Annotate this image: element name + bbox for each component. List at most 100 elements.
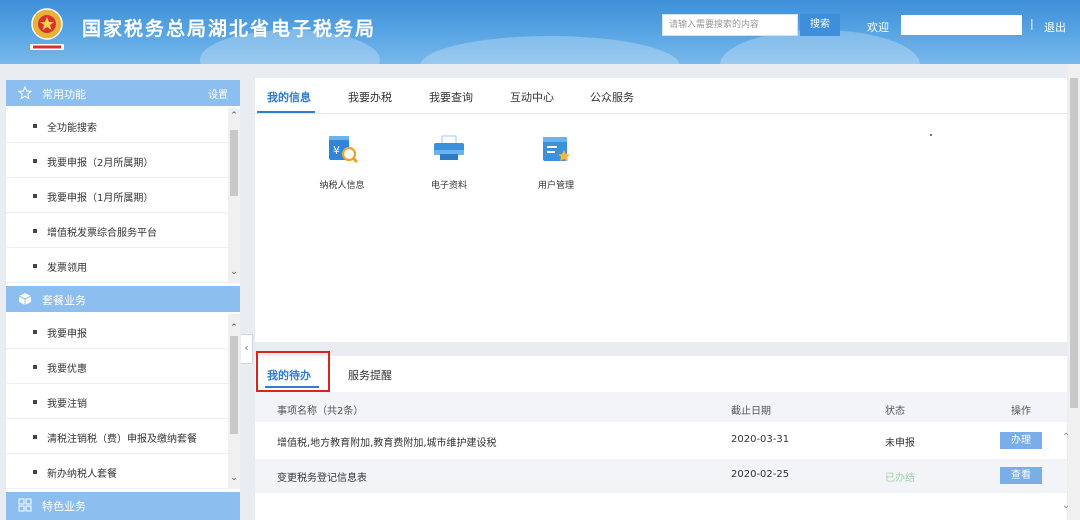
column-header-deadline: 截止日期: [731, 406, 771, 417]
section-title: 特色业务: [42, 500, 86, 513]
settings-link[interactable]: 设置: [208, 86, 228, 101]
sidebar-item-label: 全功能搜索: [47, 123, 97, 134]
sidebar-item-label: 新办纳税人套餐: [47, 469, 117, 480]
site-header: 国家税务总局湖北省电子税务局 请输入需要搜索的内容 搜索 欢迎 | 退出: [0, 0, 1080, 64]
page-scrollbar[interactable]: [1068, 64, 1080, 520]
grid-icon: [18, 498, 32, 512]
header-separator: |: [1030, 17, 1034, 30]
svg-text:¥: ¥: [333, 144, 340, 157]
tab-interaction[interactable]: 互动中心: [510, 89, 554, 105]
chevron-up-icon[interactable]: ⌃: [228, 322, 240, 334]
scrollbar-thumb[interactable]: [1070, 78, 1078, 408]
todo-panel: 我的待办 服务提醒 事项名称（共2条） 截止日期 状态 操作 增值税,地方教育附…: [255, 351, 1067, 520]
bullet-icon: [33, 229, 37, 233]
app-taxpayer-info[interactable]: ¥ 纳税人信息: [307, 134, 377, 191]
scrollbar-thumb[interactable]: [230, 336, 238, 434]
sidebar-scrollbar-2[interactable]: ⌃ ⌄: [228, 314, 240, 489]
app-label: 纳税人信息: [319, 181, 365, 191]
sidebar: 常用功能 设置 全功能搜索 我要申报（2月所属期） 我要申报（1月所属期） 增值…: [6, 80, 240, 520]
column-header-status: 状态: [885, 406, 905, 417]
chevron-up-icon[interactable]: ⌃: [1062, 432, 1070, 443]
main-tabs: 我的信息 我要办税 我要查询 互动中心 公众服务: [255, 78, 1067, 114]
table-row: 变更税务登记信息表 2020-02-25 已办结 查看: [255, 459, 1067, 493]
app-user-management[interactable]: 用户管理: [521, 134, 591, 191]
tab-tax-handling[interactable]: 我要办税: [348, 89, 392, 105]
bullet-icon: [33, 470, 37, 474]
sidebar-scrollbar-1[interactable]: ⌃ ⌄: [228, 108, 240, 283]
app-e-documents[interactable]: 电子资料: [414, 134, 484, 191]
section-header-common[interactable]: 常用功能 设置: [6, 80, 240, 106]
sidebar-item-label: 我要注销: [47, 399, 87, 410]
chevron-up-icon[interactable]: ⌃: [228, 110, 240, 122]
chevron-down-icon[interactable]: ⌄: [1062, 500, 1070, 511]
handle-button[interactable]: 办理: [1000, 432, 1042, 449]
sidebar-item-label: 我要申报: [47, 329, 87, 340]
highlight-box: [256, 351, 330, 392]
bullet-icon: [33, 330, 37, 334]
table-row: 增值税,地方教育附加,教育费附加,城市维护建设税 2020-03-31 未申报 …: [255, 424, 1067, 458]
username-box: [901, 15, 1022, 35]
section-header-packages[interactable]: 套餐业务: [6, 286, 240, 312]
sidebar-item-label: 我要优惠: [47, 364, 87, 375]
welcome-text: 欢迎: [867, 21, 889, 34]
sidebar-item-label: 增值税发票综合服务平台: [47, 228, 157, 239]
bullet-icon: [33, 159, 37, 163]
deadline: 2020-03-31: [731, 434, 790, 445]
section-title: 常用功能: [42, 88, 86, 101]
scrollbar-thumb[interactable]: [230, 130, 238, 196]
column-header-action: 操作: [1011, 406, 1031, 417]
chevron-down-icon[interactable]: ⌄: [228, 266, 240, 278]
bullet-icon: [33, 194, 37, 198]
table-header: 事项名称（共2条） 截止日期 状态 操作: [255, 392, 1067, 422]
sidebar-item-label: 我要申报（1月所属期）: [47, 193, 154, 204]
sidebar-item-declare-jan[interactable]: 我要申报（1月所属期）: [6, 178, 228, 213]
sidebar-item-label: 清税注销税（费）申报及缴纳套餐: [47, 434, 197, 445]
sidebar-item-label: 我要申报（2月所属期）: [47, 158, 154, 169]
app-label: 电子资料: [430, 181, 467, 191]
bullet-icon: [33, 264, 37, 268]
my-info-panel: 我的信息 我要办税 我要查询 互动中心 公众服务 ¥ 纳税人信息 电子资料 用户…: [255, 78, 1067, 342]
sidebar-item-new-taxpayer-package[interactable]: 新办纳税人套餐: [6, 454, 228, 489]
logout-link[interactable]: 退出: [1044, 19, 1066, 35]
search-button[interactable]: 搜索: [800, 14, 840, 36]
sidebar-item-cancel[interactable]: 我要注销: [6, 384, 228, 419]
sidebar-item-declare-feb[interactable]: 我要申报（2月所属期）: [6, 143, 228, 178]
star-icon: [17, 85, 33, 100]
status-text: 未申报: [885, 438, 915, 449]
view-button[interactable]: 查看: [1000, 467, 1042, 484]
search-input[interactable]: 请输入需要搜索的内容: [662, 14, 798, 36]
active-tab-indicator: [257, 111, 315, 113]
sidebar-item-invoice-collect[interactable]: 发票领用: [6, 248, 228, 283]
stray-dot: [930, 134, 932, 136]
app-label: 用户管理: [537, 181, 574, 191]
section-header-featured[interactable]: 特色业务: [6, 492, 240, 520]
sidebar-item-preferential[interactable]: 我要优惠: [6, 349, 228, 384]
tab-public-service[interactable]: 公众服务: [590, 89, 634, 105]
sidebar-item-declare[interactable]: 我要申报: [6, 314, 228, 349]
printer-icon: [432, 134, 466, 166]
column-header-item-name: 事项名称（共2条）: [277, 406, 364, 417]
sidebar-item-full-search[interactable]: 全功能搜索: [6, 108, 228, 143]
bullet-icon: [33, 124, 37, 128]
todo-tabs: 我的待办 服务提醒: [255, 351, 1067, 392]
item-name: 增值税,地方教育附加,教育费附加,城市维护建设税: [277, 438, 497, 449]
section-title: 套餐业务: [42, 294, 86, 307]
status-text: 已办结: [885, 473, 915, 484]
tab-query[interactable]: 我要查询: [429, 89, 473, 105]
bullet-icon: [33, 400, 37, 404]
deadline: 2020-02-25: [731, 469, 790, 480]
cube-icon: [18, 292, 32, 306]
bullet-icon: [33, 365, 37, 369]
collapse-sidebar-toggle[interactable]: ‹: [241, 334, 253, 364]
sidebar-item-label: 发票领用: [47, 263, 87, 274]
tab-service-reminders[interactable]: 服务提醒: [348, 367, 392, 383]
sidebar-item-vat-invoice-platform[interactable]: 增值税发票综合服务平台: [6, 213, 228, 248]
item-name: 变更税务登记信息表: [277, 473, 367, 484]
user-management-icon: [539, 134, 573, 166]
tax-emblem-logo[interactable]: [24, 6, 70, 54]
chevron-down-icon[interactable]: ⌄: [228, 472, 240, 484]
bullet-icon: [33, 435, 37, 439]
taxpayer-info-icon: ¥: [325, 134, 359, 166]
tab-my-info[interactable]: 我的信息: [267, 89, 311, 105]
sidebar-item-tax-clearance-package[interactable]: 清税注销税（费）申报及缴纳套餐: [6, 419, 228, 454]
